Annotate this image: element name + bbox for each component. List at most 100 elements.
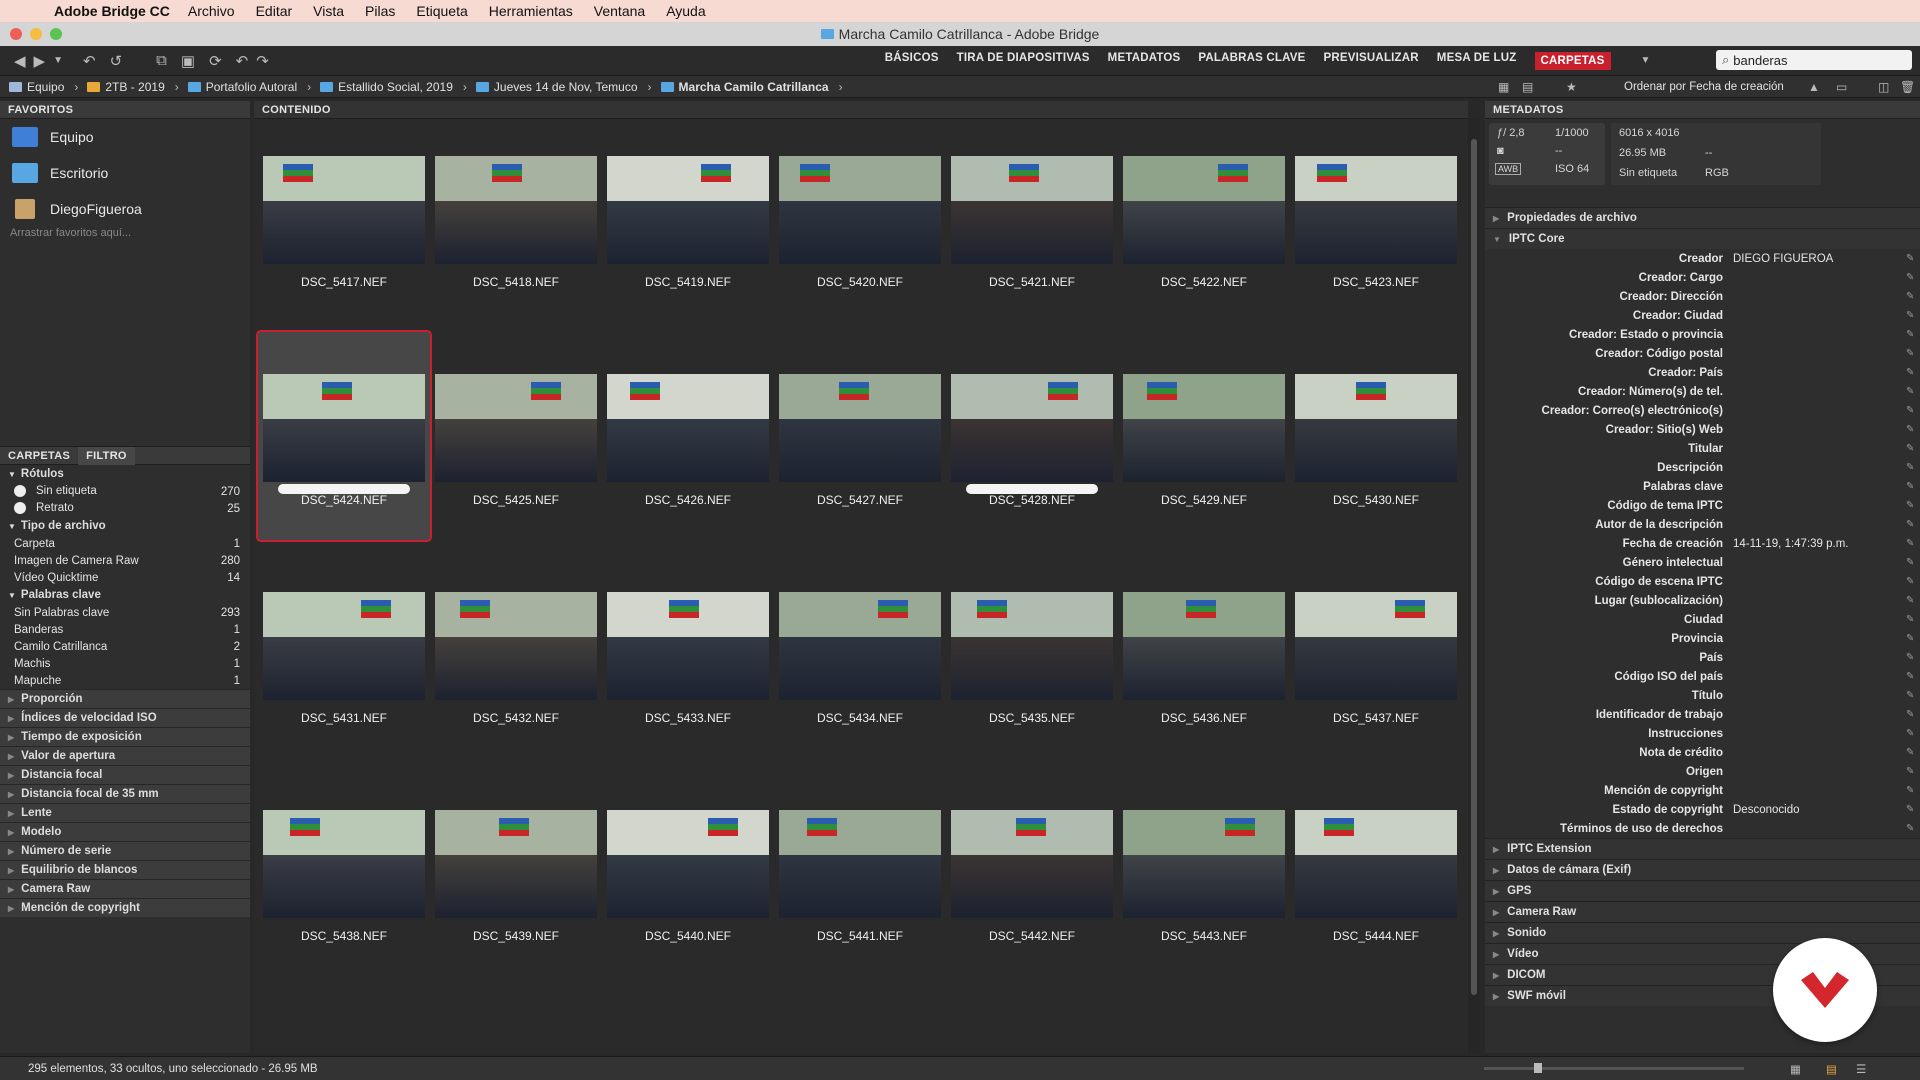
list-view-icon[interactable]: ☰ (1856, 1062, 1866, 1076)
pencil-icon[interactable]: ✎ (1906, 595, 1920, 606)
pencil-icon[interactable]: ✎ (1906, 633, 1920, 644)
tab-carpetas[interactable]: CARPETAS (0, 447, 78, 465)
filter-row[interactable]: Retrato 25 (0, 500, 250, 517)
metadata-field[interactable]: Autor de la descripción ✎ (1485, 515, 1920, 534)
pencil-icon[interactable]: ✎ (1906, 690, 1920, 701)
thumbnail[interactable]: DSC_5420.NEF (774, 114, 946, 322)
thumbnail[interactable]: DSC_5441.NEF (774, 768, 946, 976)
forward-icon[interactable]: ▶ (34, 52, 46, 70)
filter-row[interactable]: Machis 1 (0, 655, 250, 672)
pencil-icon[interactable]: ✎ (1906, 367, 1920, 378)
thumbnail[interactable]: DSC_5425.NEF (430, 332, 602, 540)
metadata-field[interactable]: Código ISO del país ✎ (1485, 667, 1920, 686)
minimize-window-icon[interactable] (30, 28, 42, 40)
thumbnail[interactable]: DSC_5418.NEF (430, 114, 602, 322)
pencil-icon[interactable]: ✎ (1906, 500, 1920, 511)
menu-item[interactable]: Ventana (594, 3, 645, 19)
menu-item[interactable]: Pilas (365, 3, 395, 19)
pencil-icon[interactable]: ✎ (1906, 481, 1920, 492)
thumbnail[interactable]: DSC_5428.NEF (946, 332, 1118, 540)
metadata-field[interactable]: Creador DIEGO FIGUEROA ✎ (1485, 249, 1920, 268)
pencil-icon[interactable]: ✎ (1906, 576, 1920, 587)
breadcrumb-item[interactable]: Portafolio Autoral › (187, 80, 311, 94)
slider-handle[interactable] (1534, 1063, 1542, 1073)
thumbnail-size-slider[interactable] (1484, 1063, 1744, 1073)
pencil-icon[interactable]: ✎ (1906, 291, 1920, 302)
grid-view-icon[interactable]: ▦ (1790, 1062, 1801, 1076)
filter-collapsed-header[interactable]: ▶ Número de serie (0, 841, 250, 860)
menu-item[interactable]: Etiqueta (416, 3, 467, 19)
camera-import-icon[interactable]: ⧉ (156, 52, 167, 69)
breadcrumb-item[interactable]: Jueves 14 de Nov, Temuco › (475, 80, 652, 94)
filter-group-header[interactable]: ▼ Tipo de archivo (0, 517, 250, 535)
thumbnail[interactable]: DSC_5432.NEF (430, 550, 602, 758)
filter-row[interactable]: Carpeta 1 (0, 535, 250, 552)
search-field[interactable]: ⌕ banderas (1716, 50, 1912, 70)
open-recent-icon[interactable]: ▭ (1836, 80, 1847, 94)
thumbnail[interactable]: DSC_5430.NEF (1290, 332, 1462, 540)
sort-direction-icon[interactable]: ▲ (1808, 80, 1820, 94)
metadata-field[interactable]: Creador: Estado o provincia ✎ (1485, 325, 1920, 344)
filter-row[interactable]: Sin etiqueta 270 (0, 483, 250, 500)
workspace-tab[interactable]: BÁSICOS (885, 52, 939, 70)
menu-item[interactable]: Vista (313, 3, 344, 19)
pencil-icon[interactable]: ✎ (1906, 329, 1920, 340)
new-folder-icon[interactable]: ◫ (1878, 80, 1889, 94)
thumbnail[interactable]: DSC_5417.NEF (258, 114, 430, 322)
metadata-field[interactable]: Mención de copyright ✎ (1485, 781, 1920, 800)
scrollbar-thumb[interactable] (1471, 139, 1477, 995)
metadata-section-header[interactable]: ▼ IPTC Core (1485, 228, 1920, 249)
breadcrumb-item[interactable]: Estallido Social, 2019 › (320, 80, 467, 94)
favorite-item-equipo[interactable]: Equipo (0, 119, 250, 155)
metadata-section-header[interactable]: ▶ GPS (1485, 880, 1920, 901)
zoom-window-icon[interactable] (50, 28, 62, 40)
thumbnail[interactable]: DSC_5422.NEF (1118, 114, 1290, 322)
pencil-icon[interactable]: ✎ (1906, 310, 1920, 321)
pencil-icon[interactable]: ✎ (1906, 671, 1920, 682)
refine-icon[interactable]: ▣ (181, 52, 195, 70)
pencil-icon[interactable]: ✎ (1906, 709, 1920, 720)
metadata-field[interactable]: Creador: Cargo ✎ (1485, 268, 1920, 287)
thumbnail[interactable]: DSC_5429.NEF (1118, 332, 1290, 540)
rotate-left-icon[interactable]: ↶ (236, 52, 249, 70)
view-grid-icon[interactable]: ▦ (1498, 80, 1509, 94)
pencil-icon[interactable]: ✎ (1906, 557, 1920, 568)
metadata-field[interactable]: Creador: Dirección ✎ (1485, 287, 1920, 306)
filter-collapsed-header[interactable]: ▶ Valor de apertura (0, 746, 250, 765)
workspace-tab[interactable]: PALABRAS CLAVE (1198, 52, 1305, 70)
thumbnail[interactable]: DSC_5424.NEF (256, 330, 432, 542)
pencil-icon[interactable]: ✎ (1906, 443, 1920, 454)
filter-row[interactable]: Camilo Catrillanca 2 (0, 638, 250, 655)
pencil-icon[interactable]: ✎ (1906, 538, 1920, 549)
favorite-item-escritorio[interactable]: Escritorio (0, 155, 250, 191)
metadata-field[interactable]: Instrucciones ✎ (1485, 724, 1920, 743)
view-details-icon[interactable]: ▤ (1522, 80, 1533, 94)
favorite-item-diegofigueroa[interactable]: DiegoFigueroa (0, 191, 250, 227)
thumbnail[interactable]: DSC_5444.NEF (1290, 768, 1462, 976)
filter-row[interactable]: Banderas 1 (0, 621, 250, 638)
filter-collapsed-header[interactable]: ▶ Distancia focal de 35 mm (0, 784, 250, 803)
pencil-icon[interactable]: ✎ (1906, 405, 1920, 416)
app-name[interactable]: Adobe Bridge CC (54, 3, 170, 19)
metadata-field[interactable]: Creador: Correo(s) electrónico(s) ✎ (1485, 401, 1920, 420)
workspace-tab[interactable]: TIRA DE DIAPOSITIVAS (957, 52, 1090, 70)
thumbnail[interactable]: DSC_5427.NEF (774, 332, 946, 540)
filter-collapsed-header[interactable]: ▶ Distancia focal (0, 765, 250, 784)
pencil-icon[interactable]: ✎ (1906, 614, 1920, 625)
filter-collapsed-header[interactable]: ▶ Tiempo de exposición (0, 727, 250, 746)
pencil-icon[interactable]: ✎ (1906, 766, 1920, 777)
filter-group-header[interactable]: ▼ Rótulos (0, 465, 250, 483)
metadata-field[interactable]: Origen ✎ (1485, 762, 1920, 781)
metadata-field[interactable]: Descripción ✎ (1485, 458, 1920, 477)
metadata-field[interactable]: Estado de copyright Desconocido ✎ (1485, 800, 1920, 819)
sort-menu[interactable]: Ordenar por Fecha de creación (1624, 81, 1784, 93)
pencil-icon[interactable]: ✎ (1906, 785, 1920, 796)
filter-collapsed-header[interactable]: ▶ Índices de velocidad ISO (0, 708, 250, 727)
boomerang-icon[interactable]: ↶ (83, 52, 96, 70)
metadata-value[interactable]: DIEGO FIGUEROA (1733, 253, 1906, 265)
metadata-section-header[interactable]: ▶ Datos de cámara (Exif) (1485, 859, 1920, 880)
workspace-tab[interactable]: METADATOS (1108, 52, 1181, 70)
menu-item[interactable]: Archivo (188, 3, 235, 19)
thumbnail[interactable]: DSC_5440.NEF (602, 768, 774, 976)
pencil-icon[interactable]: ✎ (1906, 272, 1920, 283)
